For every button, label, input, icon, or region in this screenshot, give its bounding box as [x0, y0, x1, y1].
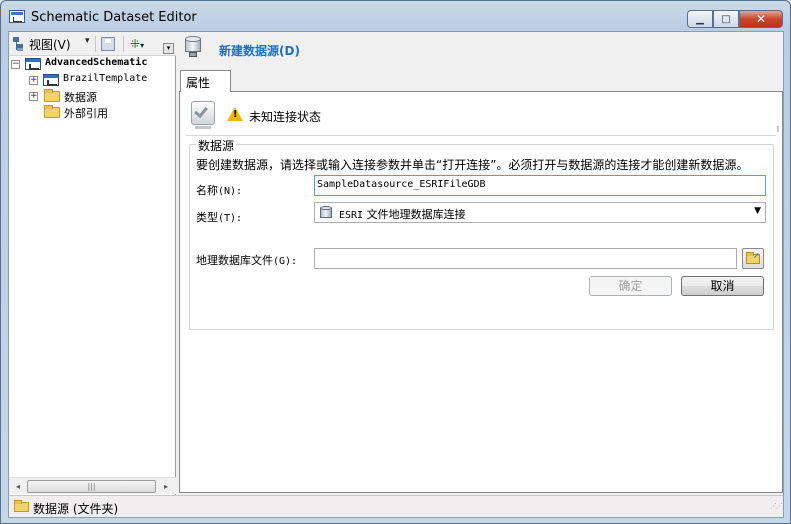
type-select[interactable]: ESRI 文件地理数据库连接 ▼ [314, 202, 766, 223]
tree-panel: 视图(V) ▾ ⁜▾ ▾ − AdvancedSchematic + Brazi… [9, 32, 176, 495]
tree-node-datasources[interactable]: + 数据源 [9, 88, 176, 104]
tree-node-label: 外部引用 [64, 107, 108, 120]
schematic-app-icon [9, 10, 25, 23]
tree-node-external-references[interactable]: 外部引用 [9, 104, 176, 120]
expand-icon[interactable]: + [29, 76, 38, 85]
schematic-template-icon [43, 74, 59, 86]
cancel-button[interactable]: 取消 [681, 276, 764, 296]
type-select-value: ESRI 文件地理数据库连接 [339, 208, 466, 221]
toolbar-overflow-button[interactable]: ▾ [163, 43, 174, 54]
ok-button[interactable]: 确定 [589, 276, 672, 296]
tree-node-label: 数据源 [64, 91, 97, 104]
scroll-thumb[interactable]: ||| [27, 480, 156, 493]
status-bar-text: 数据源 (文件夹) [33, 502, 119, 516]
type-label: 类型(T): [196, 211, 243, 224]
properties-panel: 新建数据源(D) 属性 未知连接状态 数据源 要创建数据源，请选择或输入连接参数… [178, 32, 785, 495]
geodatabase-file-input[interactable] [314, 248, 737, 269]
client-area: 视图(V) ▾ ⁜▾ ▾ − AdvancedSchematic + Brazi… [8, 31, 784, 518]
tree-node-label: BrazilTemplate [63, 73, 148, 84]
tree-node-brazil-template[interactable]: + BrazilTemplate [9, 72, 176, 88]
title-bar[interactable]: Schematic Dataset Editor ▁ □ ✕ [1, 1, 790, 31]
database-icon [320, 206, 332, 220]
datasource-icon [184, 36, 202, 58]
close-button[interactable]: ✕ [739, 10, 783, 28]
chevron-down-icon[interactable]: ▼ [754, 206, 761, 216]
properties-tab-page: 未知连接状态 数据源 要创建数据源，请选择或输入连接参数并单击“打开连接”。必须… [179, 91, 783, 493]
name-input[interactable]: SampleDatasource_ESRIFileGDB [314, 175, 766, 196]
view-menu-button[interactable]: 视图(V) [29, 36, 71, 53]
folder-icon [44, 105, 60, 118]
schematic-tree: − AdvancedSchematic + BrazilTemplate + 数… [9, 56, 176, 120]
connection-status-text: 未知连接状态 [249, 110, 322, 124]
application-window: Schematic Dataset Editor ▁ □ ✕ 视图(V) ▾ ⁜… [0, 0, 791, 524]
save-icon[interactable] [101, 37, 115, 51]
name-label: 名称(N): [196, 184, 243, 197]
minimize-button[interactable]: ▁ [687, 10, 713, 28]
collapse-icon[interactable]: − [11, 60, 20, 69]
groupbox-title: 数据源 [196, 137, 237, 154]
tree-horizontal-scrollbar[interactable]: ◂ ||| ▸ [9, 477, 176, 494]
arrow-icon: ➚ [753, 251, 760, 260]
window-title: Schematic Dataset Editor [31, 10, 197, 25]
layout-icon[interactable]: ⁜▾ [130, 37, 148, 51]
connection-status-icon [190, 100, 216, 130]
window-controls: ▁ □ ✕ [687, 10, 783, 29]
tree-toolbar: 视图(V) ▾ ⁜▾ ▾ [9, 32, 176, 56]
expand-icon[interactable]: + [29, 92, 38, 101]
tree-node-label: AdvancedSchematic [45, 57, 148, 68]
warning-icon [227, 107, 243, 121]
divider [186, 135, 776, 136]
tree-node-root[interactable]: − AdvancedSchematic [9, 56, 176, 72]
toolbar-separator [95, 36, 96, 52]
scroll-left-button[interactable]: ◂ [10, 479, 26, 494]
view-icon[interactable] [13, 37, 27, 51]
scroll-indicator [777, 126, 779, 132]
page-title: 新建数据源(D) [219, 44, 300, 58]
datasource-description: 要创建数据源，请选择或输入连接参数并单击“打开连接”。必须打开与数据源的连接才能… [196, 158, 749, 172]
layout-caret: ▾ [140, 41, 145, 50]
resize-grip-icon[interactable]: ⋰⋰ [770, 503, 783, 514]
maximize-button[interactable]: □ [713, 10, 739, 28]
scroll-right-button[interactable]: ▸ [158, 479, 174, 494]
schematic-dataset-icon [25, 58, 41, 70]
folder-icon [14, 500, 29, 512]
geodatabase-file-label: 地理数据库文件(G): [196, 254, 298, 267]
status-bar: 数据源 (文件夹) ⋰⋰ [9, 495, 783, 517]
folder-open-icon [44, 89, 60, 102]
view-menu-caret[interactable]: ▾ [85, 36, 90, 46]
toolbar-separator [123, 36, 124, 52]
tab-properties[interactable]: 属性 [180, 70, 231, 92]
browse-button[interactable]: ➚ [742, 248, 764, 269]
